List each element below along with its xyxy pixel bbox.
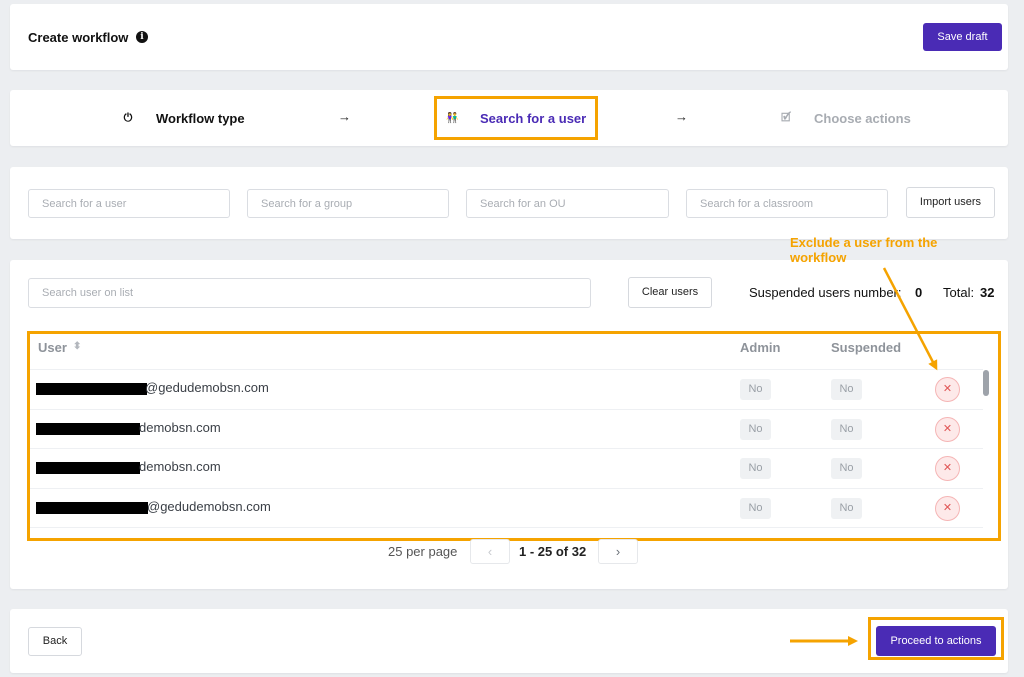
import-users-button[interactable]: Import users [906, 187, 995, 218]
header-bar: Create workflow i Save draft [10, 4, 1008, 70]
page-title: Create workflow [28, 30, 129, 45]
back-button[interactable]: Back [28, 627, 82, 656]
arrow-right-icon: → [675, 109, 688, 124]
search-ou-input[interactable] [466, 189, 669, 218]
suspended-count-label: Suspended users number: [749, 285, 902, 300]
step-label: Choose actions [814, 110, 911, 126]
step-label: Workflow type [156, 110, 245, 126]
arrow-right-icon: → [338, 109, 351, 124]
total-count-value: 32 [980, 285, 995, 300]
search-list-input[interactable] [28, 278, 591, 308]
page-range: 1 - 25 of 32 [519, 544, 587, 559]
annotation-note: Exclude a user from the workflow [790, 235, 938, 265]
step-choose-actions[interactable]: 🗹 Choose actions [780, 90, 911, 146]
checklist-icon: 🗹 [781, 111, 791, 124]
highlight-box-table [27, 331, 1001, 541]
per-page-selector[interactable]: 25 per page [388, 544, 457, 559]
prev-page-button[interactable]: ‹ [470, 539, 510, 564]
footer-bar: Back Proceed to actions [10, 609, 1008, 673]
save-draft-button[interactable]: Save draft [923, 23, 1002, 51]
power-icon: ⏻ [123, 111, 133, 124]
clear-users-button[interactable]: Clear users [628, 277, 712, 308]
info-icon[interactable]: i [136, 31, 148, 43]
step-workflow-type[interactable]: ⏻ Workflow type [122, 90, 245, 146]
search-panel: Import users [10, 167, 1008, 239]
search-group-input[interactable] [247, 189, 449, 218]
next-page-button[interactable]: › [598, 539, 638, 564]
highlight-box-proceed [868, 617, 1004, 660]
search-user-input[interactable] [28, 189, 230, 218]
search-classroom-input[interactable] [686, 189, 888, 218]
suspended-count-value: 0 [915, 285, 923, 300]
highlight-box-step [434, 96, 598, 140]
total-count-label: Total: [943, 285, 975, 300]
